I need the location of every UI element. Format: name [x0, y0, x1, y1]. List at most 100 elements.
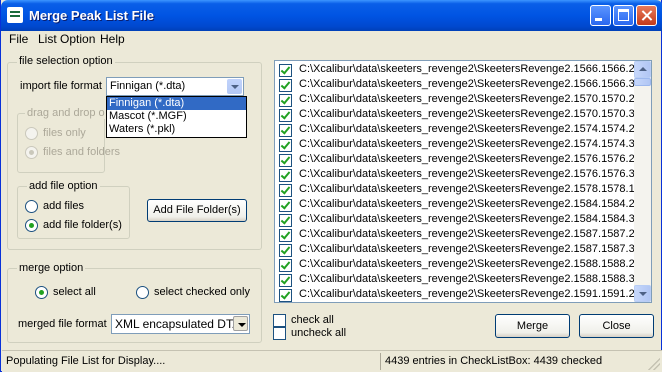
uncheck-all-checkbox[interactable] [273, 327, 286, 340]
status-bar: Populating File List for Display.... 443… [2, 350, 662, 372]
files-and-folders-label: files and folders [43, 146, 121, 158]
list-item[interactable]: C:\Xcalibur\data\skeeters_revenge2\Skeet… [279, 108, 651, 123]
list-item-checkbox[interactable] [279, 229, 292, 242]
list-item-checkbox[interactable] [279, 124, 292, 137]
list-item[interactable]: C:\Xcalibur\data\skeeters_revenge2\Skeet… [279, 63, 651, 78]
list-item-path: C:\Xcalibur\data\skeeters_revenge2\Skeet… [299, 273, 652, 285]
list-item-checkbox[interactable] [279, 154, 292, 167]
scroll-up-button[interactable] [634, 61, 651, 78]
list-item[interactable]: C:\Xcalibur\data\skeeters_revenge2\Skeet… [279, 138, 651, 153]
list-item-checkbox[interactable] [279, 94, 292, 107]
list-item[interactable]: C:\Xcalibur\data\skeeters_revenge2\Skeet… [279, 258, 651, 273]
list-item-path: C:\Xcalibur\data\skeeters_revenge2\Skeet… [299, 183, 652, 195]
list-item-path: C:\Xcalibur\data\skeeters_revenge2\Skeet… [299, 198, 652, 210]
list-item-path: C:\Xcalibur\data\skeeters_revenge2\Skeet… [299, 78, 652, 90]
list-item-checkbox[interactable] [279, 289, 292, 302]
list-item-path: C:\Xcalibur\data\skeeters_revenge2\Skeet… [299, 138, 652, 150]
list-item[interactable]: C:\Xcalibur\data\skeeters_revenge2\Skeet… [279, 243, 651, 258]
list-item[interactable]: C:\Xcalibur\data\skeeters_revenge2\Skeet… [279, 93, 651, 108]
resize-grip-icon[interactable] [648, 358, 660, 370]
close-window-button[interactable] [636, 5, 657, 26]
menu-help[interactable]: Help [100, 32, 125, 46]
list-item[interactable]: C:\Xcalibur\data\skeeters_revenge2\Skeet… [279, 273, 651, 288]
menu-bar: File List Option Help [2, 31, 662, 49]
add-file-group-label: add file option [27, 180, 100, 192]
select-all-radio[interactable] [35, 286, 48, 299]
list-item-path: C:\Xcalibur\data\skeeters_revenge2\Skeet… [299, 93, 652, 105]
status-divider [380, 353, 381, 370]
list-item-path: C:\Xcalibur\data\skeeters_revenge2\Skeet… [299, 123, 652, 135]
list-item-path: C:\Xcalibur\data\skeeters_revenge2\Skeet… [299, 108, 652, 120]
list-item-checkbox[interactable] [279, 199, 292, 212]
list-item-checkbox[interactable] [279, 259, 292, 272]
list-item-path: C:\Xcalibur\data\skeeters_revenge2\Skeet… [299, 288, 652, 300]
list-item-checkbox[interactable] [279, 244, 292, 257]
list-item-checkbox[interactable] [279, 169, 292, 182]
select-checked-label: select checked only [154, 286, 250, 298]
list-item-path: C:\Xcalibur\data\skeeters_revenge2\Skeet… [299, 63, 652, 75]
add-files-label: add files [43, 200, 84, 212]
list-item-checkbox[interactable] [279, 184, 292, 197]
format-option-finnigan[interactable]: Finnigan (*.dta) [107, 97, 246, 110]
list-item-checkbox[interactable] [279, 79, 292, 92]
list-item-checkbox[interactable] [279, 274, 292, 287]
list-item[interactable]: C:\Xcalibur\data\skeeters_revenge2\Skeet… [279, 168, 651, 183]
list-item[interactable]: C:\Xcalibur\data\skeeters_revenge2\Skeet… [279, 288, 651, 302]
close-button[interactable]: Close [579, 314, 654, 338]
file-checklist[interactable]: C:\Xcalibur\data\skeeters_revenge2\Skeet… [274, 60, 652, 303]
uncheck-all-label: uncheck all [291, 327, 347, 339]
status-left: Populating File List for Display.... [6, 355, 166, 367]
add-file-folders-button[interactable]: Add File Folder(s) [147, 199, 247, 222]
files-and-folders-radio[interactable] [25, 146, 38, 159]
add-file-folders-radio[interactable] [25, 219, 38, 232]
scroll-down-button[interactable] [634, 285, 651, 302]
close-button-label: Close [602, 320, 631, 332]
add-files-radio[interactable] [25, 200, 38, 213]
import-format-select[interactable]: Finnigan (*.dta) [106, 77, 244, 96]
list-scrollbar[interactable] [634, 61, 651, 302]
menu-file[interactable]: File [9, 32, 28, 46]
list-item[interactable]: C:\Xcalibur\data\skeeters_revenge2\Skeet… [279, 153, 651, 168]
status-right: 4439 entries in CheckListBox: 4439 check… [385, 355, 603, 367]
menu-list-option[interactable]: List Option [38, 32, 95, 46]
merged-format-value: XML encapsulated DTA [115, 317, 241, 331]
list-item-checkbox[interactable] [279, 109, 292, 122]
list-item[interactable]: C:\Xcalibur\data\skeeters_revenge2\Skeet… [279, 78, 651, 93]
scroll-thumb[interactable] [634, 78, 651, 86]
check-all-label: check all [291, 314, 334, 326]
list-item-checkbox[interactable] [279, 214, 292, 227]
merge-button[interactable]: Merge [495, 314, 570, 338]
list-item-checkbox[interactable] [279, 64, 292, 77]
check-all-checkbox[interactable] [273, 314, 286, 327]
select-checked-radio[interactable] [136, 286, 149, 299]
list-item-path: C:\Xcalibur\data\skeeters_revenge2\Skeet… [299, 258, 652, 270]
list-item-path: C:\Xcalibur\data\skeeters_revenge2\Skeet… [299, 243, 652, 255]
list-item[interactable]: C:\Xcalibur\data\skeeters_revenge2\Skeet… [279, 123, 651, 138]
minimize-button[interactable] [590, 5, 611, 26]
format-option-waters[interactable]: Waters (*.pkl) [107, 123, 246, 136]
list-item[interactable]: C:\Xcalibur\data\skeeters_revenge2\Skeet… [279, 213, 651, 228]
maximize-button[interactable] [613, 5, 634, 26]
drag-drop-group [17, 113, 105, 173]
import-format-label: import file format [20, 80, 102, 92]
chevron-down-icon[interactable] [227, 79, 242, 94]
list-item[interactable]: C:\Xcalibur\data\skeeters_revenge2\Skeet… [279, 183, 651, 198]
list-item[interactable]: C:\Xcalibur\data\skeeters_revenge2\Skeet… [279, 198, 651, 213]
file-selection-group-label: file selection option [17, 55, 115, 67]
title-bar[interactable]: Merge Peak List File [1, 0, 662, 31]
list-item-path: C:\Xcalibur\data\skeeters_revenge2\Skeet… [299, 153, 652, 165]
main-window: Merge Peak List File File List Option He… [0, 0, 662, 372]
files-only-label: files only [43, 127, 86, 139]
drag-drop-group-label: drag and drop o [25, 107, 107, 119]
merge-option-group-label: merge option [17, 262, 86, 274]
merged-format-select[interactable]: XML encapsulated DTA [111, 314, 250, 334]
list-item-checkbox[interactable] [279, 139, 292, 152]
format-option-mascot[interactable]: Mascot (*.MGF) [107, 110, 246, 123]
import-format-dropdown: Finnigan (*.dta) Mascot (*.MGF) Waters (… [106, 96, 247, 138]
select-all-label: select all [53, 286, 96, 298]
files-only-radio[interactable] [25, 127, 38, 140]
list-item-path: C:\Xcalibur\data\skeeters_revenge2\Skeet… [299, 168, 652, 180]
list-item[interactable]: C:\Xcalibur\data\skeeters_revenge2\Skeet… [279, 228, 651, 243]
chevron-down-icon[interactable] [233, 316, 248, 331]
list-item-path: C:\Xcalibur\data\skeeters_revenge2\Skeet… [299, 213, 652, 225]
